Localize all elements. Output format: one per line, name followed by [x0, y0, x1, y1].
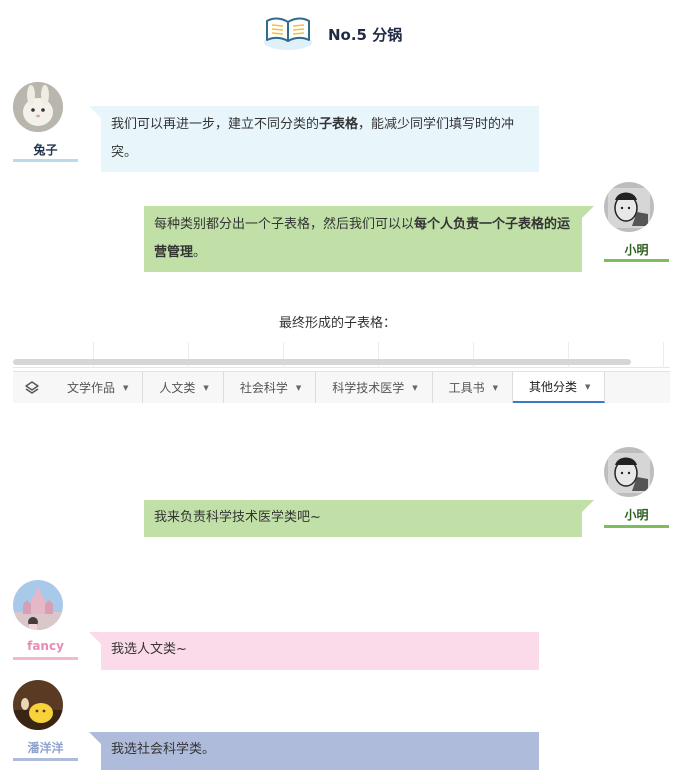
section-title: No.5 分锅 [328, 26, 403, 44]
sheet-tab-other[interactable]: 其他分类 ▼ [513, 372, 606, 403]
bubble-tail [89, 632, 101, 644]
bubble-tail [89, 106, 101, 118]
message-text: 我选社会科学类。 [111, 742, 216, 757]
sheet-tab-humanities[interactable]: 人文类 ▼ [143, 372, 224, 403]
speaker-underline-pan [13, 758, 78, 761]
speaker-underline-rabbit [13, 159, 78, 162]
speaker-name-ming: 小明 [624, 243, 649, 257]
avatar-rabbit [13, 82, 63, 132]
tab-label: 科学技术医学 [332, 381, 405, 395]
speaker-name-ming: 小明 [624, 508, 649, 522]
dropdown-caret-icon: ▼ [585, 382, 591, 391]
sheet-tab-literature[interactable]: 文学作品 ▼ [51, 372, 144, 403]
sheet-tab-reference[interactable]: 工具书 ▼ [433, 372, 514, 403]
message-bubble-rabbit: 我们可以再进一步，建立不同分类的子表格，能减少同学们填写时的冲突。 [101, 106, 539, 172]
tab-label: 其他分类 [529, 380, 578, 394]
layers-icon[interactable] [13, 372, 51, 403]
message-bubble-pan: 我选社会科学类。 [101, 732, 539, 770]
speaker-underline-ming [604, 259, 669, 262]
dropdown-caret-icon: ▼ [412, 383, 418, 392]
tab-label: 人文类 [159, 381, 196, 395]
spreadsheet-tab-strip: 文学作品 ▼ 人文类 ▼ 社会科学 ▼ 科学技术医学 ▼ 工具书 ▼ 其他分类 ▼ [13, 342, 670, 404]
speaker-name-pan: 潘洋洋 [27, 741, 64, 755]
tab-label: 社会科学 [239, 381, 288, 395]
message-text: 我选人文类~ [111, 642, 187, 657]
bubble-tail [89, 732, 101, 744]
message-bubble-ming: 每种类别都分出一个子表格，然后我们可以以每个人负责一个子表格的运营管理。 [144, 206, 582, 272]
message-text-part: 我们可以再进一步，建立不同分类的 [111, 117, 320, 132]
dropdown-caret-icon: ▼ [492, 383, 499, 392]
book-icon [262, 12, 314, 52]
bubble-tail [582, 206, 594, 218]
avatar-pan [13, 680, 63, 730]
dropdown-caret-icon: ▼ [203, 383, 209, 392]
message-text-part: 每种类别都分出一个子表格，然后我们可以以 [154, 217, 415, 232]
sheet-tab-social-science[interactable]: 社会科学 ▼ [224, 372, 317, 403]
speaker-underline-fancy [13, 657, 78, 660]
message-text: 我来负责科学技术医学类吧~ [154, 510, 321, 525]
dropdown-caret-icon: ▼ [123, 383, 129, 392]
horizontal-scrollbar[interactable] [13, 359, 631, 365]
avatar-fancy [13, 580, 63, 630]
avatar-ming [604, 447, 654, 497]
bubble-tail [582, 500, 594, 512]
avatar-ming [604, 182, 654, 232]
message-text-part: 。 [193, 245, 207, 260]
message-text-bold: 子表格 [319, 117, 359, 132]
speaker-underline-ming [604, 525, 669, 528]
speaker-name-fancy: fancy [27, 639, 64, 653]
tab-label: 工具书 [448, 381, 485, 395]
speaker-name-rabbit: 兔子 [33, 143, 58, 157]
dropdown-caret-icon: ▼ [295, 383, 302, 392]
sheet-tab-science-tech-medicine[interactable]: 科学技术医学 ▼ [316, 372, 433, 403]
message-bubble-fancy: 我选人文类~ [101, 632, 539, 670]
table-caption: 最终形成的子表格： [278, 316, 396, 331]
tab-label: 文学作品 [67, 381, 116, 395]
message-bubble-ming: 我来负责科学技术医学类吧~ [144, 500, 582, 537]
sheet-tabbar: 文学作品 ▼ 人文类 ▼ 社会科学 ▼ 科学技术医学 ▼ 工具书 ▼ 其他分类 ▼ [13, 371, 670, 403]
section-header: No.5 分锅 [0, 10, 675, 54]
